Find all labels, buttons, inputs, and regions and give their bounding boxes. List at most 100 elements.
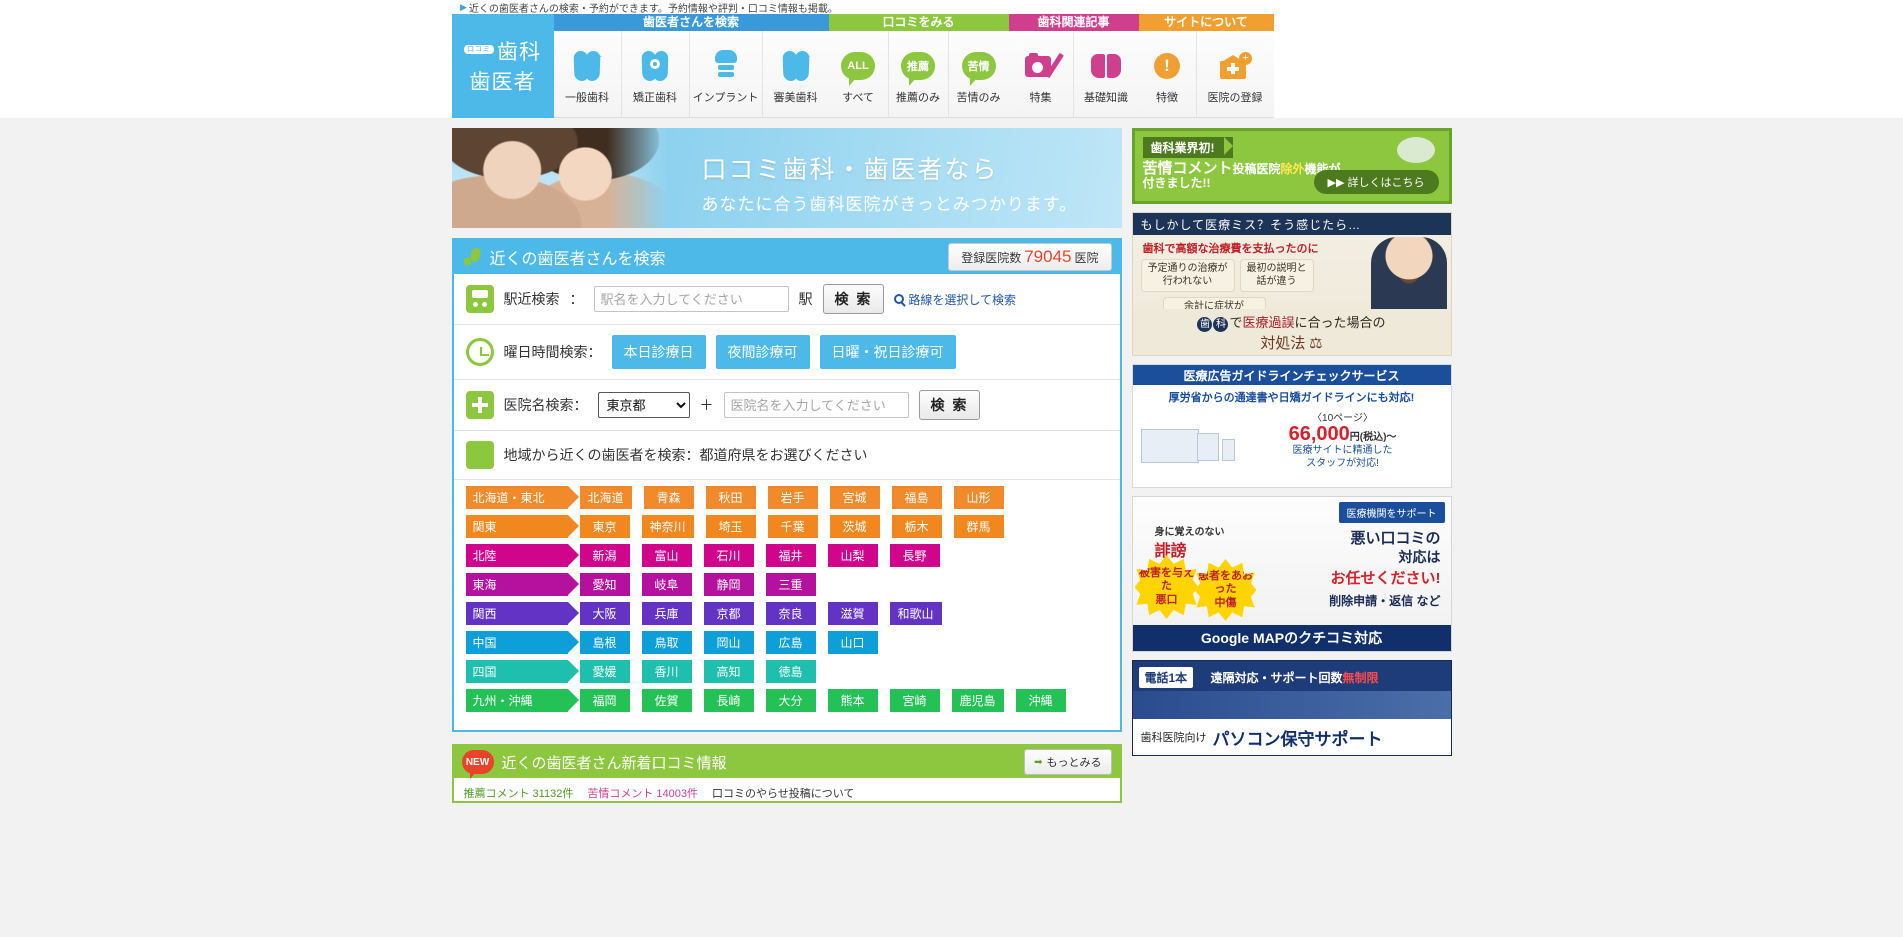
region-tag[interactable]: 北陸	[465, 544, 579, 567]
prefecture-button[interactable]: 京都	[703, 602, 754, 625]
filter-night-open[interactable]: 夜間診療可	[715, 335, 810, 369]
nav-item-recommend-reviews[interactable]: 推薦 推薦のみ	[889, 31, 949, 117]
link-complaint-comments[interactable]: 苦情コメント 14003件	[587, 785, 698, 801]
filter-today-open[interactable]: 本日診療日	[611, 335, 706, 369]
nav-item-orthodontics[interactable]: 矯正歯科	[622, 31, 690, 117]
link-fake-reviews[interactable]: 口コミのやらせ投稿について	[712, 785, 854, 801]
prefecture-button[interactable]: 広島	[765, 631, 816, 654]
prefecture-button[interactable]: 埼玉	[705, 515, 756, 538]
implant-icon	[713, 48, 739, 84]
ad-ad-guideline-check[interactable]: 医療広告ガイドラインチェックサービス 厚労省からの通達書や日矯ガイドラインにも対…	[1131, 364, 1452, 488]
region-tag-label: 関西	[472, 607, 497, 621]
see-more-button[interactable]: ➡ もっとみる	[1024, 749, 1112, 775]
prefecture-button[interactable]: 東京	[579, 515, 630, 538]
clinic-name-input[interactable]	[723, 392, 909, 418]
nav-label: 審美歯科	[773, 91, 818, 104]
prefecture-button[interactable]: 石川	[703, 544, 754, 567]
nav-item-all-reviews[interactable]: ALL すべて	[829, 31, 889, 117]
prefecture-button[interactable]: 沖縄	[1015, 689, 1066, 712]
route-select-link[interactable]: 路線を選択して検索	[894, 291, 1016, 308]
prefecture-button[interactable]: 奈良	[765, 602, 816, 625]
nav-item-basic-knowledge[interactable]: 基礎知識	[1074, 31, 1139, 117]
region-tag[interactable]: 関東	[465, 515, 579, 538]
station-search-input[interactable]	[593, 286, 789, 312]
prefecture-button[interactable]: 高知	[703, 660, 754, 683]
prefecture-button[interactable]: 兵庫	[641, 602, 692, 625]
plus-separator: ＋	[699, 397, 714, 413]
prefecture-button[interactable]: 三重	[765, 573, 816, 596]
prefecture-button[interactable]: 宮城	[829, 486, 880, 509]
prefecture-button[interactable]: 鳥取	[641, 631, 692, 654]
prefecture-button[interactable]: 熊本	[827, 689, 878, 712]
prefecture-button[interactable]: 愛知	[579, 573, 630, 596]
prefecture-button[interactable]: 鹿児島	[951, 689, 1004, 712]
prefecture-button[interactable]: 岐阜	[641, 573, 692, 596]
ad-complaint-exclusion[interactable]: 歯科業界初! 苦情コメント投稿医院除外機能が 付きました!! ▶▶ 詳しくはこち…	[1131, 128, 1452, 204]
prefecture-button[interactable]: 山口	[827, 631, 878, 654]
prefecture-button[interactable]: 長野	[889, 544, 940, 567]
nav-group-about: サイトについて ! 特徴 + 医院の登録	[1138, 14, 1274, 118]
prefecture-button[interactable]: 岡山	[703, 631, 754, 654]
prefecture-button[interactable]: 徳島	[765, 660, 816, 683]
region-tag[interactable]: 中国	[465, 631, 579, 654]
region-tag[interactable]: 関西	[465, 602, 579, 625]
prefecture-button[interactable]: 秋田	[705, 486, 756, 509]
region-tag[interactable]: 北海道・東北	[465, 486, 579, 509]
ad1-cta-button[interactable]: ▶▶ 詳しくはこちら	[1313, 170, 1439, 194]
prefecture-button[interactable]: 島根	[579, 631, 630, 654]
prefecture-button[interactable]: 福島	[891, 486, 942, 509]
filter-sunday-holiday-open[interactable]: 日曜・祝日診療可	[819, 335, 956, 369]
prefecture-button[interactable]: 愛媛	[579, 660, 630, 683]
prefecture-button[interactable]: 宮崎	[889, 689, 940, 712]
nav-item-clinic-registration[interactable]: + 医院の登録	[1197, 31, 1274, 117]
ad4-line3: お任せください!	[1330, 570, 1441, 587]
region-tag[interactable]: 四国	[465, 660, 579, 683]
prefecture-button[interactable]: 和歌山	[889, 602, 942, 625]
prefecture-button[interactable]: 岩手	[767, 486, 818, 509]
prefecture-button[interactable]: 福井	[765, 544, 816, 567]
nav-item-complaint-reviews[interactable]: 苦情 苦情のみ	[949, 31, 1009, 117]
nav-item-features[interactable]: 特集	[1009, 31, 1074, 117]
ad4-tab: 医療機関をサポート	[1338, 502, 1445, 523]
page-content: 口コミ歯科・歯医者なら あなたに合う歯科医院がきっとみつかります。 近くの歯医者…	[451, 118, 1452, 803]
nav-item-cosmetic-dentistry[interactable]: ✧ 審美歯科	[763, 31, 829, 117]
prefecture-button[interactable]: 群馬	[953, 515, 1004, 538]
prefecture-button[interactable]: 長崎	[703, 689, 754, 712]
prefecture-button[interactable]: 青森	[643, 486, 694, 509]
station-search-label: 駅近検索	[503, 291, 560, 307]
nav-item-general-dentistry[interactable]: ✦ 一般歯科	[554, 31, 622, 117]
prefecture-button[interactable]: 大分	[765, 689, 816, 712]
station-search-button[interactable]: 検 索	[822, 284, 885, 314]
new-badge: NEW	[461, 750, 494, 779]
prefecture-button[interactable]: 滋賀	[827, 602, 878, 625]
ad-pc-maintenance-support[interactable]: 電話1本 遠隔対応・サポート回数無制限 歯科医院向け パソコン保守サポート	[1131, 660, 1452, 756]
prefecture-button[interactable]: 山形	[953, 486, 1004, 509]
ad-medical-malpractice[interactable]: もしかして医療ミス？そう感じたら… 歯科で高額な治療費を支払ったのに 予定通りの…	[1131, 212, 1452, 356]
nav-item-implant[interactable]: インプラント	[690, 31, 763, 117]
ad4-bottom: Google MAPのクチコミ対応	[1132, 625, 1451, 651]
region-tag[interactable]: 東海	[465, 573, 579, 596]
prefecture-button[interactable]: 静岡	[703, 573, 754, 596]
link-recommend-comments[interactable]: 推薦コメント 31132件	[464, 785, 574, 801]
prefecture-button[interactable]: 山梨	[827, 544, 878, 567]
prefecture-button[interactable]: 佐賀	[641, 689, 692, 712]
prefecture-button[interactable]: 北海道	[579, 486, 632, 509]
prefecture-button[interactable]: 新潟	[579, 544, 630, 567]
prefecture-button[interactable]: 千葉	[767, 515, 818, 538]
prefecture-button[interactable]: 神奈川	[641, 515, 694, 538]
prefecture-button[interactable]: 大阪	[579, 602, 630, 625]
prefecture-select[interactable]: 東京都	[597, 392, 690, 418]
nav-item-features-about[interactable]: ! 特徴	[1139, 31, 1197, 117]
new-reviews-panel: NEW 近くの歯医者さん新着口コミ情報 ➡ もっとみる 推薦コメント 31132…	[451, 744, 1122, 803]
clinic-name-search-button[interactable]: 検 索	[918, 390, 981, 420]
prefecture-button[interactable]: 栃木	[891, 515, 942, 538]
ad-review-response-support[interactable]: 医療機関をサポート 身に覚えのない 誹謗 被害を与えた 悪口 患者をあおった 中…	[1131, 496, 1452, 652]
japan-map-icon	[465, 441, 494, 469]
prefecture-button[interactable]: 茨城	[829, 515, 880, 538]
site-logo[interactable]: 口コミ 歯科 歯医者	[451, 14, 554, 118]
tagline-arrow-icon: ▶	[460, 1, 467, 12]
prefecture-button[interactable]: 福岡	[579, 689, 630, 712]
prefecture-button[interactable]: 富山	[641, 544, 692, 567]
region-tag[interactable]: 九州・沖縄	[465, 689, 579, 712]
prefecture-button[interactable]: 香川	[641, 660, 692, 683]
